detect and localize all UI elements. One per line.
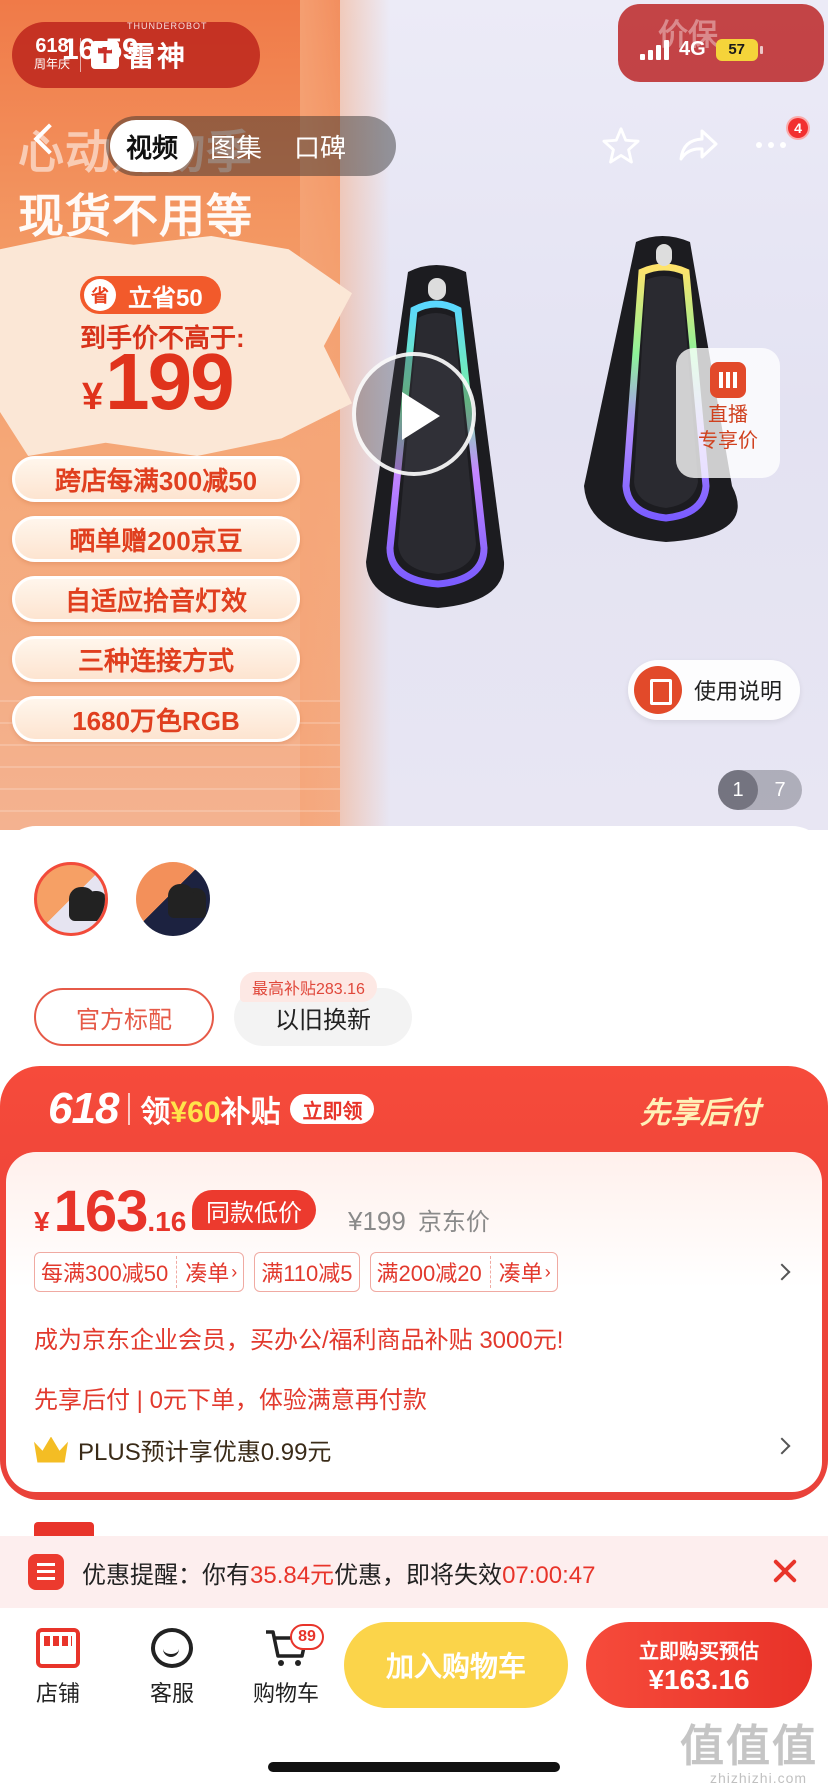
plus-crown-icon xyxy=(34,1436,68,1463)
hand-price: ¥199 xyxy=(82,336,235,428)
status-time: 16:59 xyxy=(62,33,139,66)
live-price-card[interactable]: 直播 专享价 xyxy=(676,348,780,478)
feature-list: 跨店每满300减50 晒单赠200京豆 自适应拾音灯效 三种连接方式 1680万… xyxy=(12,456,300,756)
tab-gallery[interactable]: 图集 xyxy=(194,120,278,172)
hand-price-value: 199 xyxy=(105,337,234,426)
service-tab[interactable]: 客服 xyxy=(132,1628,212,1708)
media-tabs: 视频 图集 口碑 xyxy=(106,116,396,176)
battery-icon: 57 xyxy=(715,38,763,61)
coupon-item[interactable]: 每满300减50 凑单 › xyxy=(34,1252,245,1292)
feature-item: 三种连接方式 xyxy=(12,636,300,682)
low-price-tag: 同款低价 xyxy=(192,1190,316,1230)
shop-tab[interactable]: 店铺 xyxy=(18,1628,98,1708)
live-card-line1: 直播 xyxy=(708,404,748,426)
image-pager: 1 7 xyxy=(718,770,802,810)
watermark-url: zhizhizhi.com xyxy=(710,1770,808,1786)
feature-item: 1680万色RGB xyxy=(12,696,300,742)
coupon-list[interactable]: 每满300减50 凑单 › 满110减5 满200减20 凑单 › xyxy=(34,1252,558,1292)
promo-divider xyxy=(128,1093,131,1125)
cart-count-badge: 89 xyxy=(290,1624,324,1650)
shop-icon xyxy=(36,1628,80,1668)
manual-button[interactable]: 使用说明 xyxy=(628,660,800,720)
more-badge: 4 xyxy=(786,116,810,140)
product-media-carousel[interactable]: 省 立省50 到手价不高于: ¥199 跨店每满300减50 晒单赠200京豆 … xyxy=(0,0,828,830)
save-badge-text: 立省50 xyxy=(128,284,203,312)
home-indicator xyxy=(268,1762,560,1772)
claim-subsidy-button[interactable]: 立即领 xyxy=(290,1094,375,1124)
service-label: 客服 xyxy=(149,1681,194,1706)
buy-now-button[interactable]: 立即购买预估 ¥163.16 xyxy=(586,1622,812,1708)
signal-icon xyxy=(640,39,669,60)
shop-label: 店铺 xyxy=(35,1681,80,1706)
coupon-item[interactable]: 满110减5 xyxy=(254,1252,360,1292)
current-price: ¥163.16 xyxy=(34,1179,187,1244)
reminder-icon xyxy=(28,1554,64,1590)
pager-total: 7 xyxy=(774,778,786,801)
tab-reviews[interactable]: 口碑 xyxy=(278,120,362,172)
discount-reminder-bar[interactable]: 优惠提醒：你有35.84元优惠，即将失效07:00:47 xyxy=(0,1536,828,1608)
save-icon: 省 xyxy=(84,279,116,311)
buy-now-line1: 立即购买预估 xyxy=(639,1640,759,1663)
enterprise-member-text[interactable]: 成为京东企业会员，买办公/福利商品补贴 3000元! xyxy=(34,1320,563,1355)
live-icon xyxy=(710,362,746,398)
close-reminder-icon[interactable] xyxy=(770,1556,800,1586)
hand-price-symbol: ¥ xyxy=(82,376,103,418)
cart-label: 购物车 xyxy=(252,1681,319,1706)
option-official-config[interactable]: 官方标配 xyxy=(34,988,214,1046)
hero-title-line2: 现货不用等 xyxy=(18,190,253,242)
network-label: 4G xyxy=(679,38,706,60)
more-icon[interactable] xyxy=(756,142,786,148)
share-icon[interactable] xyxy=(678,128,718,162)
plus-amount: 0.99元 xyxy=(260,1439,332,1466)
tradein-subsidy-tag: 最高补贴283.16 xyxy=(240,972,377,1002)
manual-label: 使用说明 xyxy=(694,679,783,704)
manual-icon xyxy=(634,666,682,714)
subsidy-banner[interactable]: 618 领¥60补贴 立即领 xyxy=(48,1084,375,1134)
tab-video[interactable]: 视频 xyxy=(110,120,195,172)
pay-later-banner[interactable]: 先享后付 xyxy=(640,1088,760,1132)
feature-item: 跨店每满300减50 xyxy=(12,456,300,502)
reminder-text: 优惠提醒：你有35.84元优惠，即将失效07:00:47 xyxy=(82,1561,596,1589)
status-indicators: 4G 57 xyxy=(640,38,763,61)
plus-prefix: PLUS预计享优惠 xyxy=(78,1439,261,1466)
live-card-line2: 专享价 xyxy=(698,430,758,452)
feature-item: 晒单赠200京豆 xyxy=(12,516,300,562)
pager-current: 1 xyxy=(718,770,758,810)
pay-later-text[interactable]: 先享后付 | 0元下单，体验满意再付款 xyxy=(34,1380,427,1415)
feature-item: 自适应拾音灯效 xyxy=(12,576,300,622)
product-info-panel xyxy=(0,826,828,1086)
promo-618-tag: 618 xyxy=(48,1084,119,1133)
favorite-star-icon[interactable] xyxy=(602,126,640,164)
plus-discount[interactable]: PLUS预计享优惠 0.99元 xyxy=(34,1432,331,1467)
variant-thumbnail-1[interactable] xyxy=(34,862,108,936)
subsidy-text: 领¥60补贴 xyxy=(140,1096,281,1129)
play-video-button[interactable] xyxy=(352,352,476,476)
watermark: 值值值 xyxy=(680,1722,818,1771)
buy-now-price: ¥163.16 xyxy=(648,1663,750,1695)
add-to-cart-button[interactable]: 加入购物车 xyxy=(344,1622,568,1708)
variant-thumbnail-2[interactable] xyxy=(136,862,210,936)
save-badge: 省 立省50 xyxy=(80,276,221,314)
coupon-item[interactable]: 满200减20 凑单 › xyxy=(369,1252,558,1292)
customer-service-icon xyxy=(151,1628,193,1668)
original-price: ¥199 京东价 xyxy=(348,1206,490,1236)
